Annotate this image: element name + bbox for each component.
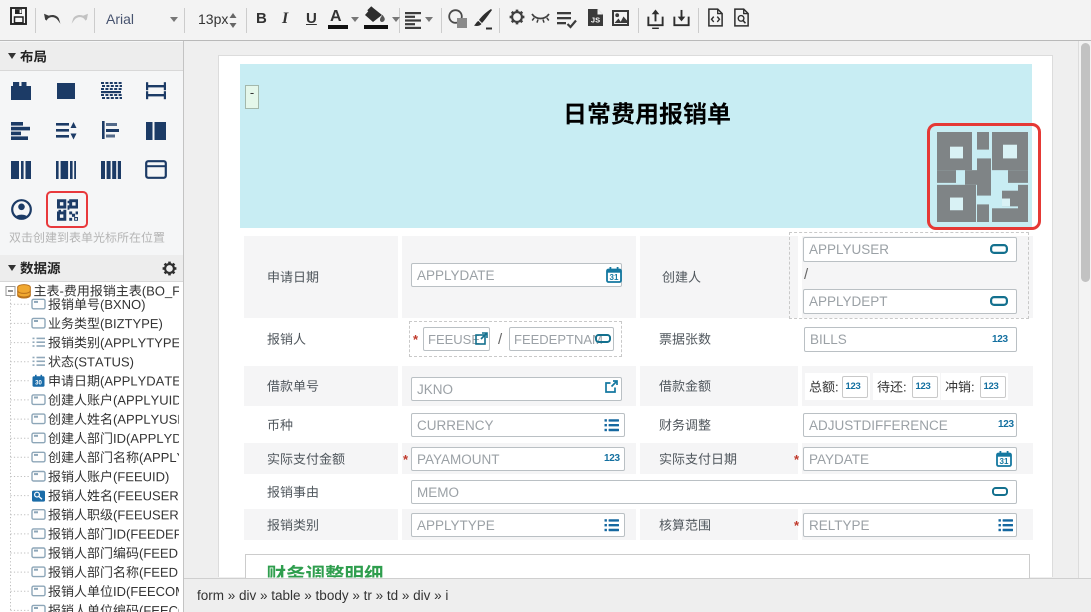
svg-text:31: 31 [610,273,619,282]
svg-text:31: 31 [1000,457,1009,466]
svg-text:30: 30 [35,380,42,386]
svg-text:JS: JS [591,16,600,25]
